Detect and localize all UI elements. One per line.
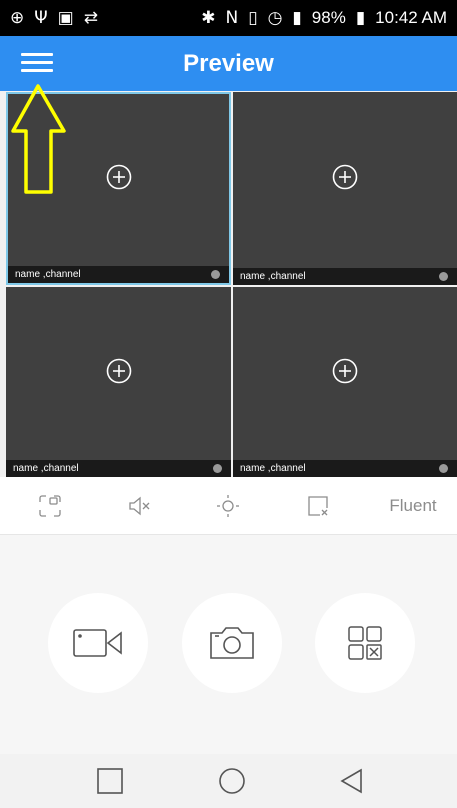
- back-button[interactable]: [322, 754, 382, 808]
- cell-label-bar: name ,channel: [233, 460, 457, 477]
- snapshot-button[interactable]: [182, 593, 282, 693]
- video-cell-4[interactable]: name ,channel: [233, 287, 457, 477]
- cell-label: name ,channel: [240, 271, 306, 282]
- add-circle-icon[interactable]: [332, 164, 358, 190]
- record-video-icon: [73, 629, 122, 657]
- vibrate-icon: ▯: [248, 7, 258, 28]
- fullscreen-button[interactable]: [30, 478, 70, 534]
- video-cell-3[interactable]: name ,channel: [6, 287, 231, 477]
- record-video-button[interactable]: [48, 593, 148, 693]
- battery-icon: ▮: [355, 7, 366, 28]
- ptz-button[interactable]: [208, 478, 248, 534]
- recent-apps-button[interactable]: [80, 754, 140, 808]
- status-dot: [213, 464, 222, 473]
- page-title: Preview: [183, 50, 274, 77]
- status-dot: [439, 464, 448, 473]
- video-grid: name ,channel name ,channel name ,channe…: [0, 91, 457, 477]
- cell-label-bar: name ,channel: [6, 460, 231, 477]
- cell-label: name ,channel: [15, 269, 81, 280]
- alarm-icon: ◷: [267, 7, 283, 28]
- gallery-icon: ▣: [57, 7, 74, 28]
- status-dot: [211, 270, 220, 279]
- mute-button[interactable]: [120, 478, 160, 534]
- status-bar: ⊕ Ψ ▣ ⇄ ✱ N ▯ ◷ ▮ 98% ▮ 10:42 AM: [0, 0, 457, 36]
- status-right-icons: ✱ N ▯ ◷ ▮ 98% ▮ 10:42 AM: [201, 8, 447, 28]
- app-bar: Preview: [0, 36, 457, 91]
- add-circle-icon[interactable]: [106, 164, 132, 190]
- control-panel: [0, 535, 457, 754]
- stream-quality-button[interactable]: Fluent: [378, 478, 448, 534]
- cell-label: name ,channel: [240, 463, 306, 474]
- add-circle-icon[interactable]: [106, 358, 132, 384]
- video-cell-1[interactable]: name ,channel: [6, 92, 231, 285]
- ptz-icon: [217, 495, 239, 517]
- preview-toolbar: Fluent: [0, 478, 457, 535]
- status-dot: [439, 272, 448, 281]
- close-all-windows-button[interactable]: [315, 593, 415, 693]
- fullscreen-icon: [39, 495, 61, 517]
- system-nav-bar: [0, 754, 457, 808]
- cell-label-bar: name ,channel: [233, 268, 457, 285]
- add-circle-icon[interactable]: [332, 358, 358, 384]
- sync-icon: ⇄: [83, 7, 98, 28]
- nfc-icon: N: [225, 7, 239, 28]
- close-all-windows-icon: [348, 626, 382, 660]
- cell-label: name ,channel: [13, 463, 79, 474]
- back-icon: [340, 768, 362, 794]
- crosshair-icon: ⊕: [10, 7, 25, 28]
- home-button[interactable]: [202, 754, 262, 808]
- bluetooth-icon: ✱: [201, 7, 216, 28]
- close-window-button[interactable]: [298, 478, 338, 534]
- hamburger-menu-icon[interactable]: [18, 48, 56, 80]
- signal-icon: ▮: [292, 7, 302, 28]
- status-time: 10:42 AM: [375, 8, 447, 27]
- mute-icon: [129, 496, 150, 516]
- video-cell-2[interactable]: name ,channel: [233, 92, 457, 285]
- close-window-icon: [308, 496, 328, 516]
- snapshot-camera-icon: [210, 627, 254, 659]
- status-left-icons: ⊕ Ψ ▣ ⇄: [10, 7, 98, 28]
- cell-label-bar: name ,channel: [8, 266, 229, 283]
- home-icon: [219, 768, 245, 794]
- battery-percent: 98%: [311, 8, 346, 27]
- usb-icon: Ψ: [34, 7, 48, 28]
- recent-apps-icon: [97, 768, 123, 794]
